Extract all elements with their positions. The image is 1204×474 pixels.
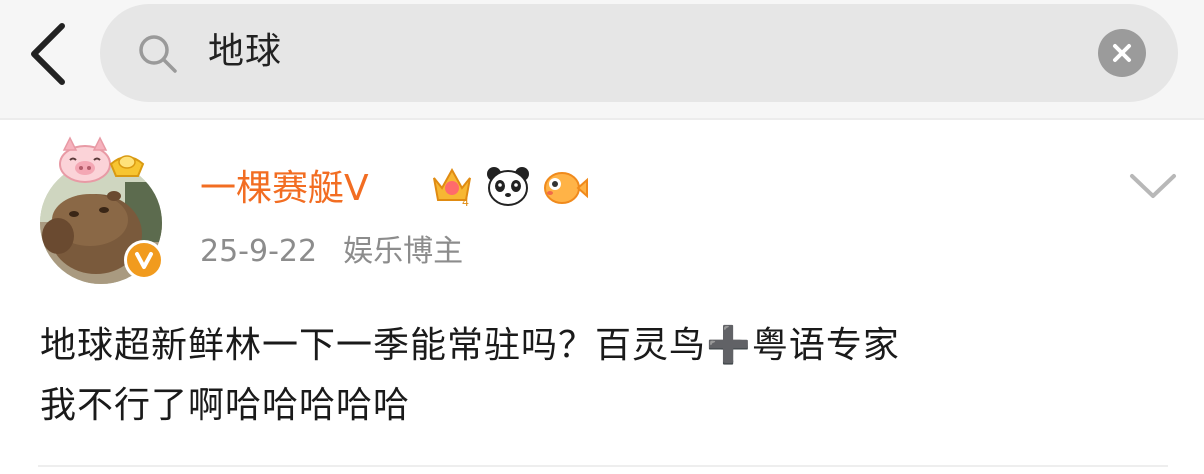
search-input[interactable]: 地球	[100, 4, 1178, 102]
verified-badge	[124, 240, 164, 280]
search-query-text[interactable]: 地球	[208, 26, 282, 78]
search-header: 地球	[0, 0, 1204, 120]
pufferfish-icon	[544, 172, 588, 204]
back-button[interactable]	[20, 18, 80, 90]
verified-v-icon	[135, 252, 153, 269]
clear-icon	[1113, 44, 1131, 62]
gold-ingot-icon	[109, 155, 145, 177]
crown-level-4-icon: 4	[433, 167, 471, 209]
user-category: 娱乐博主	[343, 234, 464, 269]
pig-sticker-icon	[59, 136, 111, 183]
post-card[interactable]: 一棵赛艇V 4 25-9-22 娱乐博主 地球超新鲜林一下一季能常驻吗？百灵鸟➕粤…	[0, 120, 1204, 474]
post-content[interactable]: 地球超新鲜林一下一季能常驻吗？百灵鸟➕粤语专家 我不行了啊哈哈哈哈哈	[40, 316, 1170, 436]
chevron-down-icon[interactable]	[1128, 168, 1178, 204]
search-icon	[139, 35, 177, 73]
divider	[38, 465, 1168, 467]
back-arrow-icon	[31, 23, 65, 85]
svg-text:4: 4	[462, 196, 469, 209]
panda-icon	[487, 167, 529, 206]
username[interactable]: 一棵赛艇V	[200, 164, 369, 214]
post-meta: 25-9-22 娱乐博主	[200, 230, 463, 274]
post-content-line: 我不行了啊哈哈哈哈哈	[40, 385, 411, 426]
clear-search-button[interactable]	[1098, 29, 1146, 77]
post-date: 25-9-22	[200, 234, 318, 269]
post-content-line: 地球超新鲜林一下一季能常驻吗？百灵鸟➕粤语专家	[40, 325, 900, 366]
